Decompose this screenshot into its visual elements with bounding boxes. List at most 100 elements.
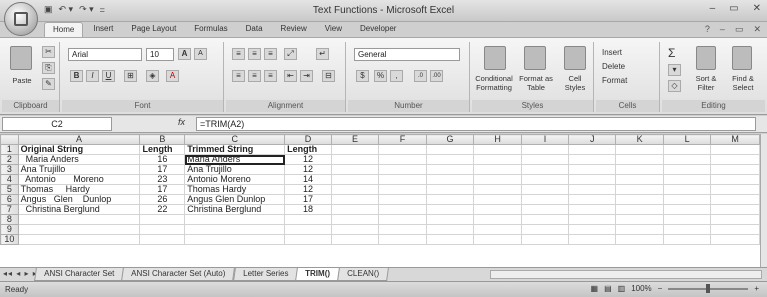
workbook-close-button[interactable]: ✕ (753, 24, 761, 35)
cell-empty[interactable] (425, 194, 475, 205)
cell-empty[interactable] (425, 234, 475, 245)
formula-input[interactable]: =TRIM(A2) (196, 117, 756, 131)
cell-d[interactable] (284, 234, 332, 245)
cell-empty[interactable] (473, 194, 522, 205)
cell-empty[interactable] (568, 194, 617, 205)
cell-b[interactable] (139, 214, 186, 225)
column-header[interactable]: B (139, 134, 186, 145)
cell-d[interactable]: 14 (284, 174, 332, 185)
cell-b[interactable]: 23 (139, 174, 186, 185)
cell-empty[interactable] (378, 184, 427, 195)
cell-empty[interactable] (662, 214, 712, 225)
cell-c[interactable] (184, 224, 286, 235)
tab-view[interactable]: View (317, 22, 350, 38)
vertical-scrollbar[interactable] (760, 134, 767, 267)
column-header[interactable]: F (378, 134, 427, 145)
cell-empty[interactable] (662, 144, 712, 155)
cell-empty[interactable] (615, 184, 664, 195)
cell-empty[interactable] (425, 154, 475, 165)
cell-empty[interactable] (520, 214, 570, 225)
cell-empty[interactable] (378, 204, 427, 215)
column-header[interactable]: I (520, 134, 570, 145)
office-button[interactable] (4, 2, 38, 36)
cell-c[interactable]: Thomas Hardy (184, 184, 286, 195)
cell-empty[interactable] (662, 154, 712, 165)
sheet-tab-ansi[interactable]: ANSI Character Set (34, 268, 125, 281)
cell-a[interactable]: Original String (17, 144, 141, 155)
cell-empty[interactable] (520, 224, 570, 235)
shrink-font-icon[interactable]: A (194, 48, 207, 60)
workbook-restore-button[interactable]: ▭ (735, 24, 744, 35)
cell-empty[interactable] (710, 144, 760, 155)
cell-empty[interactable] (710, 154, 760, 165)
cell-empty[interactable] (330, 234, 380, 245)
cell-empty[interactable] (710, 204, 760, 215)
format-as-table-icon[interactable] (524, 46, 546, 70)
insert-cells-button[interactable]: Insert (602, 48, 622, 57)
cell-a[interactable]: Maria Anders (17, 154, 141, 165)
column-header[interactable]: C (184, 134, 286, 145)
cell-empty[interactable] (473, 224, 522, 235)
column-header[interactable]: H (473, 134, 522, 145)
cell-empty[interactable] (615, 174, 664, 185)
cell-empty[interactable] (568, 234, 617, 245)
row-header[interactable]: 2 (0, 154, 19, 165)
row-header[interactable]: 9 (0, 224, 19, 235)
cell-empty[interactable] (378, 154, 427, 165)
cell-styles-button[interactable]: Cell Styles (558, 74, 592, 92)
tab-insert[interactable]: Insert (85, 22, 121, 38)
cell-b[interactable]: 16 (139, 154, 186, 165)
cell-empty[interactable] (710, 234, 760, 245)
format-painter-icon[interactable]: ✎ (42, 78, 55, 90)
cell-empty[interactable] (378, 164, 427, 175)
cell-b[interactable] (139, 234, 186, 245)
cell-a[interactable] (17, 234, 141, 245)
help-icon[interactable]: ? (705, 24, 710, 35)
copy-icon[interactable]: ⎘ (42, 62, 55, 74)
cell-empty[interactable] (473, 214, 522, 225)
cell-empty[interactable] (425, 174, 475, 185)
cut-icon[interactable]: ✂ (42, 46, 55, 58)
find-select-button[interactable]: Find & Select (724, 74, 762, 92)
cell-empty[interactable] (330, 164, 380, 175)
tab-home[interactable]: Home (44, 22, 84, 38)
cell-empty[interactable] (662, 224, 712, 235)
cell-empty[interactable] (662, 204, 712, 215)
cell-empty[interactable] (615, 164, 664, 175)
cell-empty[interactable] (568, 154, 617, 165)
cell-a[interactable]: Ana Trujillo (17, 164, 141, 175)
find-select-icon[interactable] (732, 46, 752, 70)
insert-function-icon[interactable]: fx (178, 117, 185, 127)
column-header[interactable]: A (17, 134, 141, 145)
zoom-level[interactable]: 100% (631, 284, 651, 293)
format-cells-button[interactable]: Format (602, 76, 627, 85)
cell-a[interactable] (17, 214, 141, 225)
number-format-select[interactable]: General (354, 48, 460, 61)
cell-empty[interactable] (473, 204, 522, 215)
conditional-formatting-button[interactable]: Conditional Formatting (472, 74, 516, 92)
cell-c[interactable] (184, 234, 286, 245)
sort-filter-icon[interactable] (696, 46, 716, 70)
maximize-button[interactable]: ▭ (729, 3, 738, 14)
cell-empty[interactable] (710, 224, 760, 235)
format-as-table-button[interactable]: Format as Table (516, 74, 556, 92)
delete-cells-button[interactable]: Delete (602, 62, 625, 71)
cell-empty[interactable] (710, 164, 760, 175)
cell-empty[interactable] (710, 184, 760, 195)
zoom-slider-thumb[interactable] (706, 283, 711, 293)
column-header[interactable]: M (710, 134, 760, 145)
row-header[interactable]: 4 (0, 174, 19, 185)
borders-icon[interactable]: ⊞ (124, 70, 137, 82)
sort-filter-button[interactable]: Sort & Filter (688, 74, 724, 92)
fill-icon[interactable]: ▾ (668, 64, 681, 76)
cell-empty[interactable] (568, 214, 617, 225)
page-layout-view-icon[interactable]: ▤ (604, 284, 612, 293)
close-button[interactable]: ✕ (753, 3, 761, 14)
row-header[interactable]: 1 (0, 144, 19, 155)
cell-empty[interactable] (330, 204, 380, 215)
paste-icon[interactable] (10, 46, 32, 70)
orientation-icon[interactable]: ⤢ (284, 48, 297, 60)
cell-empty[interactable] (615, 194, 664, 205)
cell-b[interactable] (139, 224, 186, 235)
cell-d[interactable]: Length (284, 144, 332, 155)
